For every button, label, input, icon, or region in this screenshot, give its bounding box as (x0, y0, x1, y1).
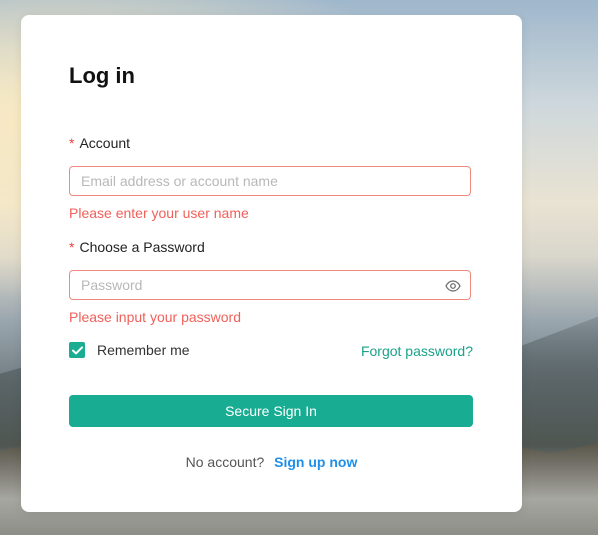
signup-prompt: No account? (185, 454, 265, 470)
checkbox-checked[interactable] (69, 342, 85, 358)
required-marker: * (69, 135, 75, 151)
eye-icon[interactable] (445, 278, 461, 294)
password-error: Please input your password (69, 309, 241, 325)
password-label-text: Choose a Password (79, 239, 205, 255)
login-card: Log in * Account Please enter your user … (21, 15, 522, 512)
check-icon (71, 345, 83, 354)
account-error: Please enter your user name (69, 205, 249, 221)
account-input[interactable] (70, 167, 470, 195)
required-marker: * (69, 239, 75, 255)
account-label-text: Account (79, 135, 131, 151)
page-title: Log in (69, 63, 135, 88)
account-label: * Account (69, 135, 130, 151)
sign-up-link[interactable]: Sign up now (274, 454, 357, 470)
remember-me-label: Remember me (97, 342, 190, 358)
remember-me-checkbox[interactable]: Remember me (69, 342, 190, 358)
password-input-wrapper (69, 270, 471, 300)
forgot-password-link[interactable]: Forgot password? (361, 343, 473, 359)
password-label: * Choose a Password (69, 239, 205, 255)
sign-in-button[interactable]: Secure Sign In (69, 395, 473, 427)
account-input-wrapper (69, 166, 471, 196)
signup-row: No account? Sign up now (21, 454, 522, 470)
password-input[interactable] (70, 271, 470, 299)
